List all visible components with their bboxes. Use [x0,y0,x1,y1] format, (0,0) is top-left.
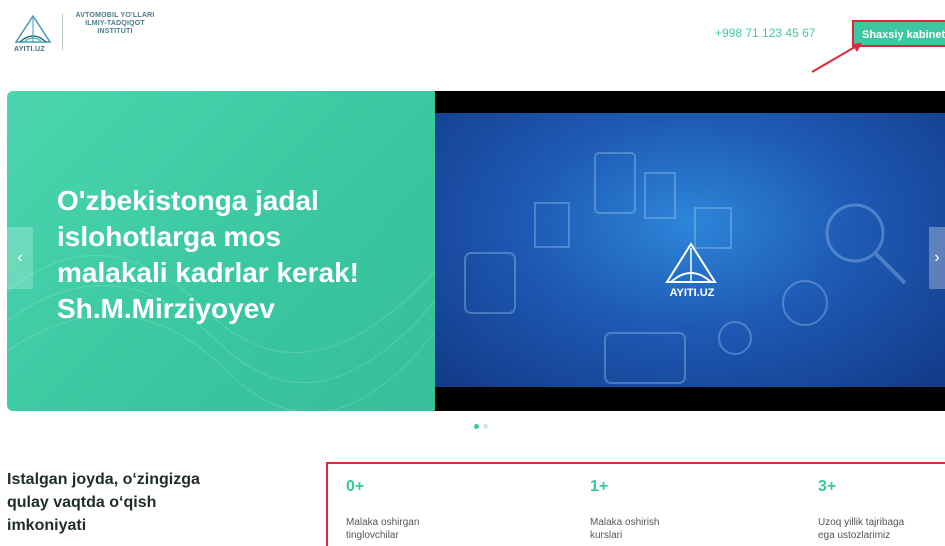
slider-dot[interactable] [483,424,488,429]
video-logo-caption: AYITI.UZ [669,287,715,299]
stats-panel: 0+ Malaka oshirgan tinglovchilar 1+ Mala… [326,462,945,546]
stat-label-line: Malaka oshirgan [346,517,420,528]
chevron-right-icon: › [934,249,940,266]
stat-label-line: ega ustozlarimiz [818,530,891,541]
phone-link[interactable]: +998 71 123 45 67 [715,26,815,40]
headline-line: Sh.M.Mirziyoyev [57,293,275,324]
stat-value: 1+ [590,478,609,495]
annotation-arrow-icon [811,43,862,73]
slider-dot-active[interactable] [474,424,479,429]
stat-label-line: tinglovchilar [346,530,399,541]
promo-video[interactable]: AYITI.UZ [435,113,945,387]
headline-line: O'zbekistonga jadal [57,185,319,216]
logo-text-line: ILMIY-TADQIQOT [85,20,145,27]
promo-line: imkoniyati [7,517,87,534]
site-logo[interactable]: AYITI.UZ AVTOMOBIL YO'LLARI ILMIY-TADQIQ… [12,12,162,54]
stat-value: 0+ [346,478,365,495]
slide-headline: O'zbekistonga jadal islohotlarga mos mal… [57,183,427,327]
logo-caption: AYITI.UZ [14,46,45,53]
logo-text-line: INSTITUTI [97,28,133,35]
promo-line: qulay vaqtda o‘qish [7,494,157,511]
slider-prev-button[interactable]: ‹ [7,227,33,289]
stat-value: 3+ [818,478,837,495]
promo-line: Istalgan joyda, o‘zingizga [7,471,200,488]
hero-slider: O'zbekistonga jadal islohotlarga mos mal… [7,91,945,411]
stat-label: Malaka oshirish kurslari [590,516,750,542]
stat-label-line: Uzoq yillik tajribaga [818,517,905,528]
headline-line: malakali kadrlar kerak! [57,257,359,288]
slide-text-panel: O'zbekistonga jadal islohotlarga mos mal… [7,91,435,411]
logo-text-line: AVTOMOBIL YO'LLARI [75,12,155,19]
chevron-left-icon: ‹ [17,249,23,266]
stat-label-line: Malaka oshirish [590,517,660,528]
stat-label: Malaka oshirgan tinglovchilar [346,516,506,542]
ayiti-logo-icon [665,242,717,283]
logo-institute-name: AVTOMOBIL YO'LLARI ILMIY-TADQIQOT INSTIT… [70,12,160,36]
stat-label-line: kurslari [590,530,623,541]
slider-next-button[interactable]: › [929,227,945,289]
slider-pagination [474,424,488,429]
stat-label: Uzoq yillik tajribaga ega ustozlarimiz [818,516,945,542]
slide-video-panel[interactable]: AYITI.UZ [435,91,945,411]
logo-divider [62,14,63,50]
promo-heading: Istalgan joyda, o‘zingizga qulay vaqtda … [7,468,307,537]
headline-line: islohotlarga mos [57,221,282,252]
